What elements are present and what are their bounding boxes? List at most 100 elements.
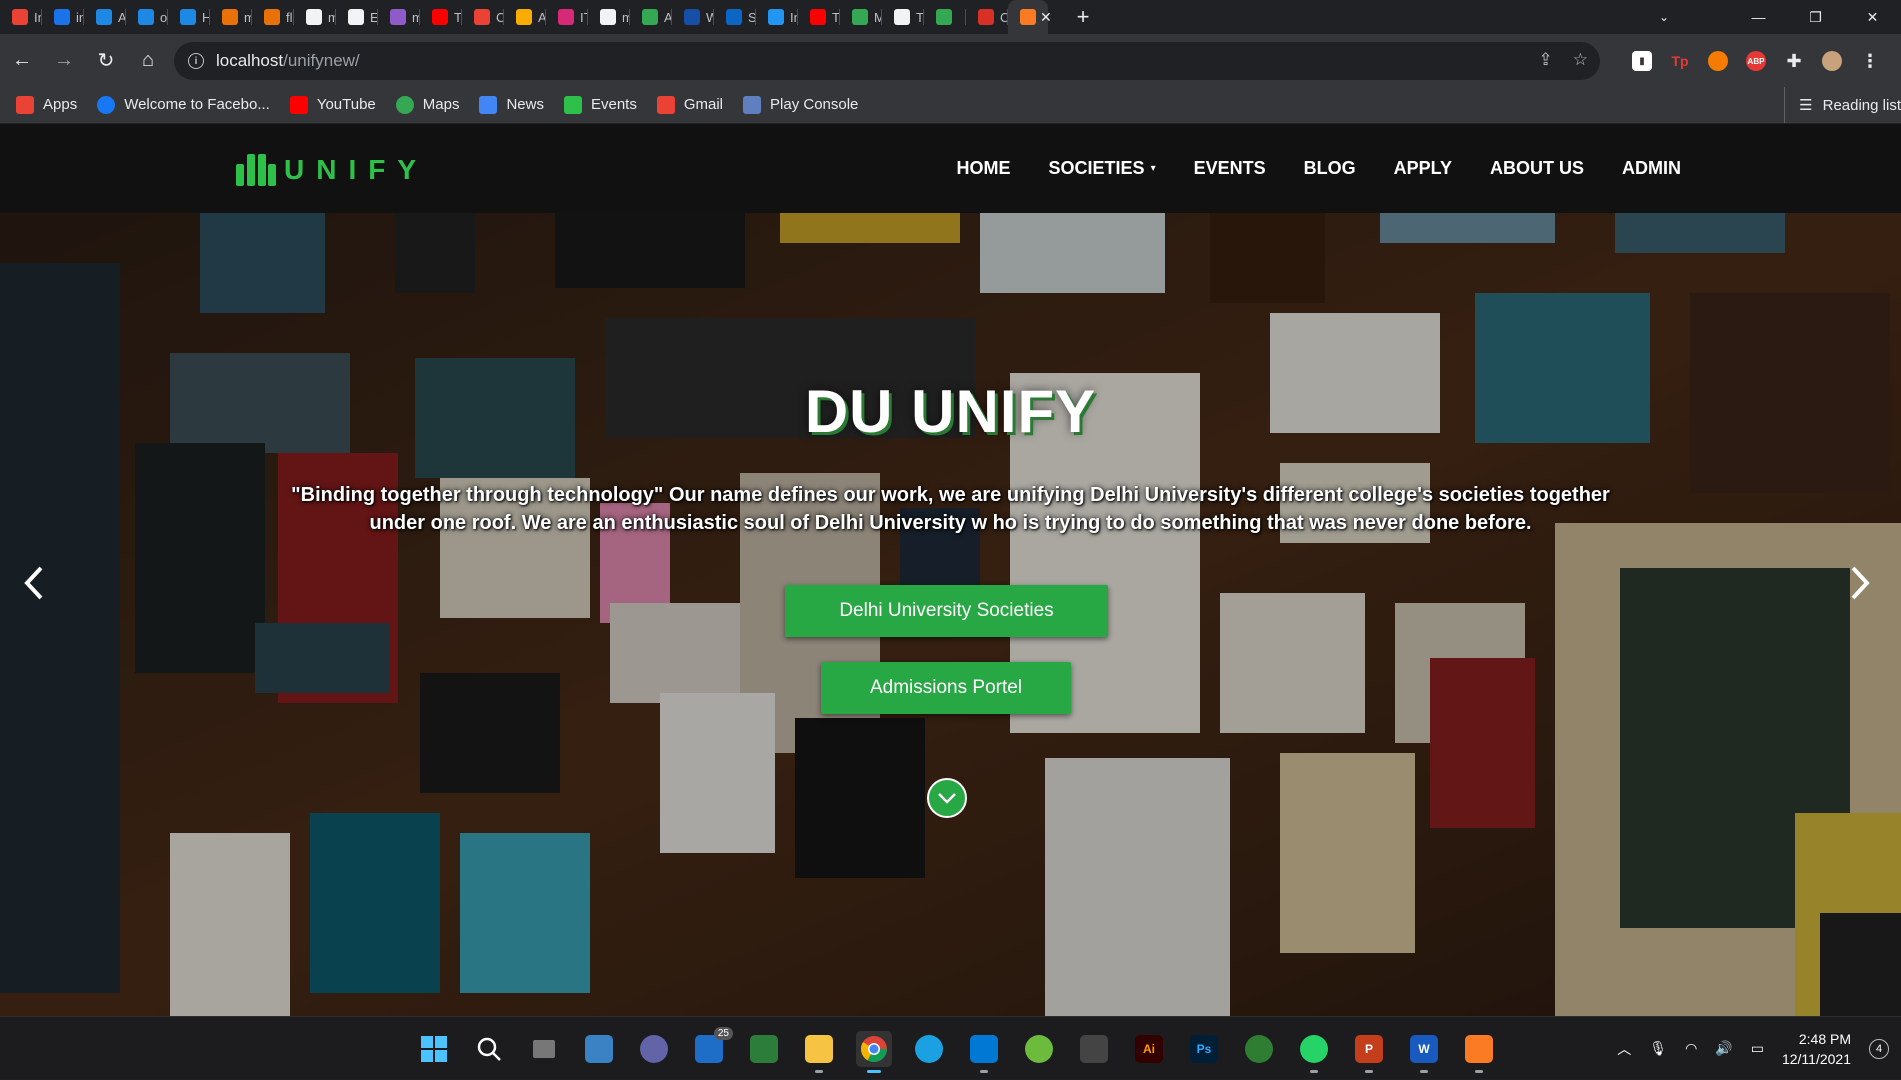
mail-icon[interactable]: 25 [691,1026,733,1067]
tab-favicon-icon [432,9,448,25]
browser-tab[interactable]: H [168,0,210,34]
tp-extension-icon[interactable]: Tp [1670,51,1690,71]
profile-avatar[interactable] [1822,51,1842,71]
clock[interactable]: 2:48 PM 12/11/2021 [1782,1029,1851,1069]
whatsapp-icon[interactable] [1296,1031,1332,1073]
browser-tab[interactable]: or [126,0,168,34]
browser-tab[interactable]: W [672,0,714,34]
clapper-app-icon[interactable] [1076,1031,1112,1067]
close-tab-icon[interactable]: ✕ [1040,9,1052,26]
browser-tab[interactable]: A: [630,0,672,34]
xampp-icon[interactable] [1461,1031,1497,1073]
microphone-icon[interactable]: 🎙 [1649,1040,1667,1057]
photoshop-icon[interactable]: Ps [1186,1031,1222,1067]
home-icon[interactable]: ⌂ [128,41,168,81]
browser-tab[interactable]: Ec [336,0,378,34]
site-logo[interactable]: UNIFY [236,154,428,186]
close-window-icon[interactable]: ✕ [1844,0,1901,34]
restore-icon[interactable]: ❐ [1787,0,1844,34]
browser-tab[interactable]: AI [84,0,126,34]
nav-apply[interactable]: APPLY [1394,158,1452,179]
teams-chat-icon[interactable] [636,1031,672,1067]
browser-tab[interactable]: in [42,0,84,34]
file-explorer-icon[interactable] [801,1031,837,1073]
browser-tab[interactable]: flu [252,0,294,34]
nav-societies[interactable]: SOCIETIES ▾ [1049,158,1156,179]
browser-tab[interactable]: Tl [420,0,462,34]
bookmark-item[interactable]: Play Console [743,95,858,114]
notification-count[interactable]: 4 [1869,1038,1889,1059]
edge-icon[interactable] [911,1031,947,1067]
honey-extension-icon[interactable] [1708,51,1728,71]
bookmark-item[interactable]: Events [563,95,637,114]
nav-home[interactable]: HOME [957,158,1011,179]
windows-start-icon[interactable] [416,1031,452,1067]
nav-blog[interactable]: BLOG [1304,158,1356,179]
carousel-prev-arrow[interactable] [14,558,54,608]
chrome-icon[interactable] [856,1030,892,1073]
widgets-icon[interactable] [581,1031,617,1067]
nav-about-us[interactable]: ABOUT US [1490,158,1584,179]
powerpoint-icon[interactable]: P [1351,1031,1387,1073]
tab-search-chevron-icon[interactable]: ⌄ [1647,0,1681,34]
browser-tab[interactable]: In [0,0,42,34]
wifi-icon[interactable]: ◠ [1685,1040,1697,1057]
search-icon[interactable] [471,1031,507,1067]
admissions-portal-button[interactable]: Admissions Portel [821,662,1071,714]
bookmark-item[interactable]: Welcome to Facebo... [97,95,270,114]
active-browser-tab[interactable]: ✕ [1008,0,1052,34]
bookmark-star-icon[interactable]: ☆ [1573,50,1588,70]
nav-admin[interactable]: ADMIN [1622,158,1681,179]
utorrent-icon[interactable] [1021,1031,1057,1067]
browser-tab[interactable] [924,0,966,34]
new-tab-icon[interactable]: + [1066,0,1100,34]
volume-icon[interactable]: 🔊 [1715,1040,1732,1057]
browser-tab[interactable]: Si [714,0,756,34]
reload-icon[interactable]: ↻ [86,41,126,81]
bookmark-item[interactable]: News [479,95,544,114]
minimize-icon[interactable]: — [1730,0,1787,34]
adblock-extension-icon[interactable]: ABP [1746,51,1766,71]
browser-tab[interactable]: Tr [882,0,924,34]
task-view-icon[interactable] [526,1031,562,1067]
bookmark-icon [743,95,762,114]
maps-icon[interactable] [1241,1031,1277,1067]
battery-icon[interactable]: ▭ [1751,1040,1764,1057]
vscode-icon[interactable] [966,1031,1002,1073]
carousel-next-arrow[interactable] [1840,558,1880,608]
browser-tab[interactable]: IT [546,0,588,34]
browser-tab[interactable]: m [378,0,420,34]
browser-tab[interactable]: Cc [462,0,504,34]
reading-list-button[interactable]: ☰ Reading list [1784,87,1901,123]
scroll-down-button[interactable] [927,778,967,818]
browser-tab[interactable]: Tl [798,0,840,34]
bookmark-item[interactable]: Apps [16,95,77,114]
address-url[interactable]: localhost/unifynew/ [216,51,360,71]
back-arrow-icon[interactable]: ← [2,41,42,81]
forward-arrow-icon[interactable]: → [44,41,84,81]
show-hidden-icons-chevron-icon[interactable]: ︿ [1617,1039,1631,1059]
word-icon[interactable]: W [1406,1031,1442,1073]
illustrator-icon[interactable]: Ai [1131,1031,1167,1067]
bookmark-item[interactable]: Maps [395,95,459,114]
societies-button[interactable]: Delhi University Societies [785,585,1108,637]
browser-tab[interactable]: m [588,0,630,34]
share-icon[interactable]: ⇪ [1539,50,1553,70]
excel-icon[interactable] [746,1031,782,1067]
more-menu-icon[interactable]: ⋮ [1860,51,1880,71]
mail-badge: 25 [713,1026,733,1040]
browser-tab[interactable]: m [210,0,252,34]
reader-extension-icon[interactable]: ▮ [1632,51,1652,71]
browser-tab[interactable]: A: [504,0,546,34]
nav-events[interactable]: EVENTS [1194,158,1266,179]
bookmark-item[interactable]: Gmail [656,95,723,114]
browser-tab[interactable]: Cl [966,0,1008,34]
puzzle-extensions-icon[interactable]: ✚ [1784,51,1804,71]
browser-tab[interactable]: M [840,0,882,34]
browser-tab[interactable]: In [756,0,798,34]
bookmark-item[interactable]: YouTube [289,95,376,114]
browser-tab[interactable]: m [294,0,336,34]
address-bar[interactable]: i localhost/unifynew/ ⇪ ☆ [174,42,1600,80]
logo-text: UNIFY [284,154,428,185]
site-info-icon[interactable]: i [188,53,204,69]
